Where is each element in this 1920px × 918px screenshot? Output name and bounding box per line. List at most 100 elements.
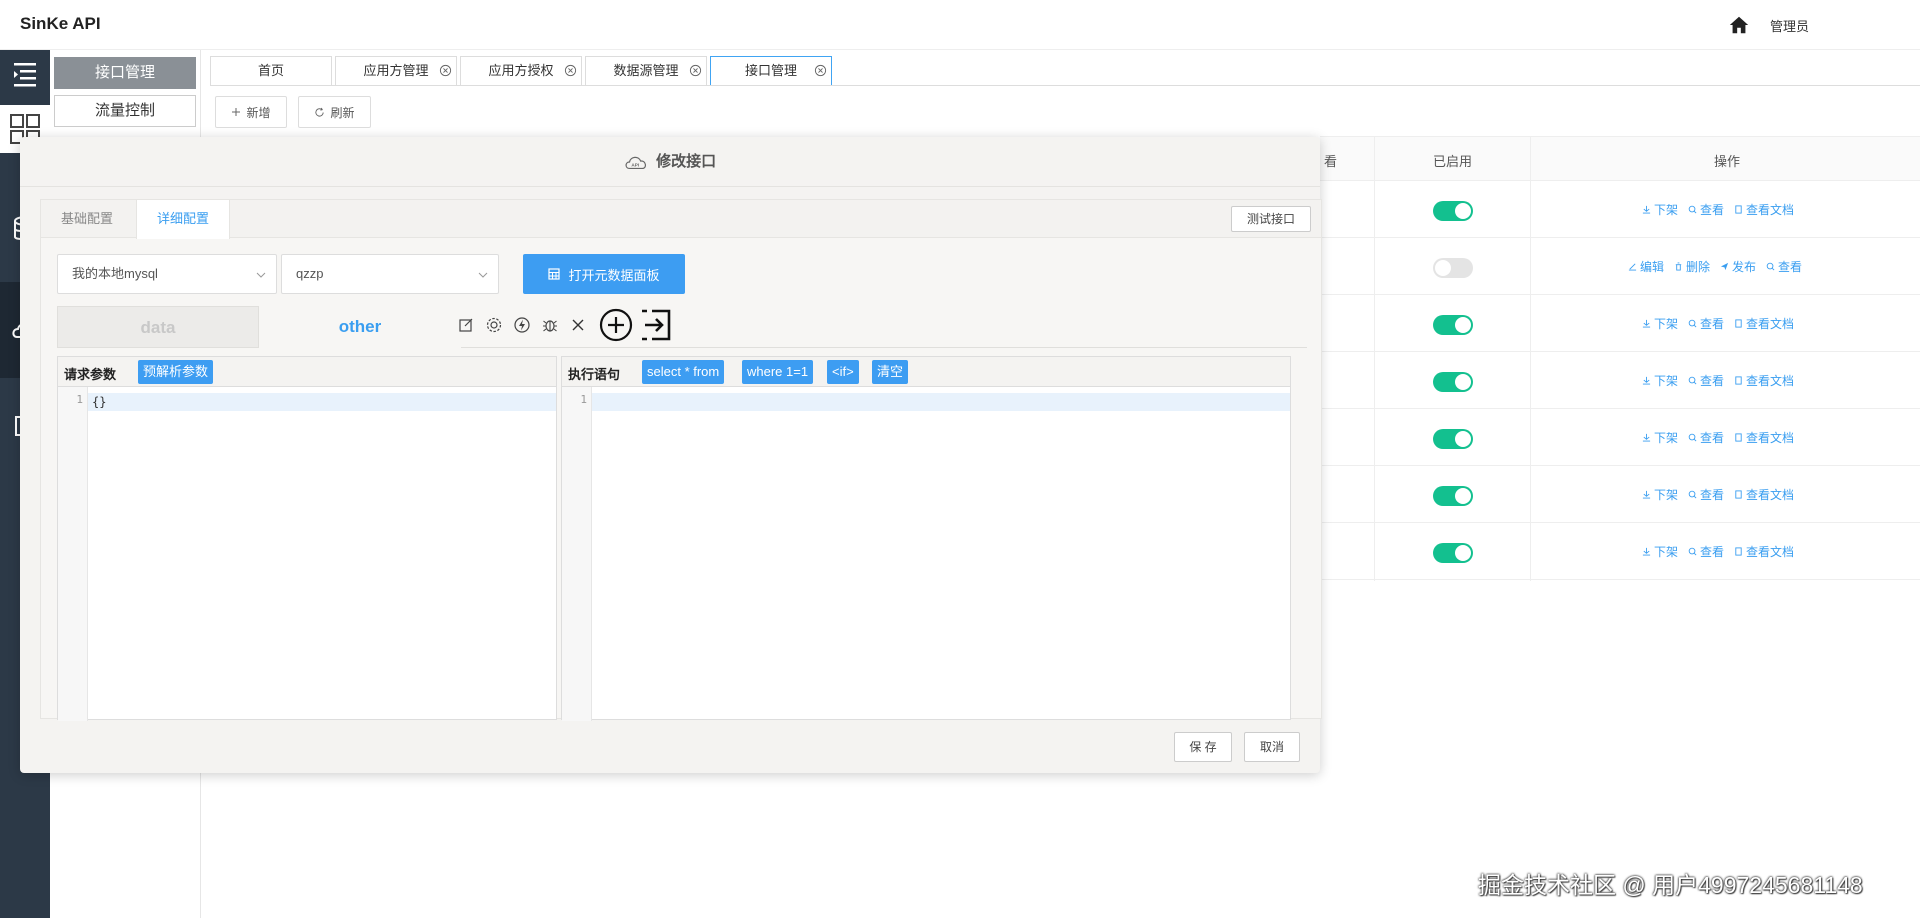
refresh-icon [315,107,325,117]
app-title: SinKe API [20,14,101,33]
action-label: 发布 [1732,260,1757,274]
dialog-title-bar: API 修改接口 [20,137,1320,187]
view-docs-link[interactable]: 查看文档 [1734,429,1794,446]
sql-code-editor[interactable] [592,393,1290,411]
if-snippet-button[interactable]: <if> [827,360,859,384]
select-from-snippet-button[interactable]: select * from [642,360,725,384]
close-icon[interactable] [569,316,587,334]
lightning-icon[interactable] [513,316,531,334]
view-docs-link[interactable]: 查看文档 [1734,315,1794,332]
download-icon [1642,203,1651,217]
params-code-editor[interactable]: {} [88,393,556,411]
tab-home[interactable]: 首页 [210,56,332,86]
test-api-button[interactable]: 测试接口 [1231,206,1311,232]
open-metadata-panel-button[interactable]: 打开元数据面板 [523,254,685,294]
refresh-button[interactable]: 刷新 [298,96,371,128]
unlist-link[interactable]: 下架 [1642,429,1678,446]
menu-icon [14,63,36,87]
preparse-params-button[interactable]: 预解析参数 [138,360,214,384]
tab-data[interactable]: data [57,306,259,348]
action-label: 查看 [1700,203,1725,217]
document-icon [1734,203,1743,217]
view-link[interactable]: 查看 [1766,258,1802,275]
delete-link[interactable]: 删除 [1674,258,1710,275]
view-link[interactable]: 查看 [1688,486,1724,503]
close-circle-icon[interactable] [439,64,452,77]
action-label: 编辑 [1640,260,1665,274]
action-label: 删除 [1686,260,1711,274]
submenu-item-api-management[interactable]: 接口管理 [54,57,196,89]
import-icon[interactable] [639,308,673,342]
request-params-header: 请求参数 预解析参数 [58,357,556,387]
tab-datasource-management[interactable]: 数据源管理 [585,56,707,86]
tab-label: 首页 [257,63,284,78]
unlist-link[interactable]: 下架 [1642,486,1678,503]
gear-icon[interactable] [485,316,503,334]
tab-app-authorization[interactable]: 应用方授权 [460,56,582,86]
enabled-toggle[interactable] [1433,486,1473,506]
datasource-select-value: 我的本地mysql [72,266,158,281]
row-actions: 下架 查看 查看文档 [1642,486,1794,503]
view-link[interactable]: 查看 [1688,372,1724,389]
submenu-item-flow-control[interactable]: 流量控制 [54,95,196,127]
action-label: 查看 [1700,374,1725,388]
tab-basic-config[interactable]: 基础配置 [41,200,133,238]
unlist-link[interactable]: 下架 [1642,315,1678,332]
action-label: 下架 [1654,488,1679,502]
close-circle-icon[interactable] [689,64,702,77]
bug-icon[interactable] [541,316,559,334]
menu-toggle-button[interactable] [0,50,50,98]
schema-select[interactable]: qzzp [281,254,499,294]
unlist-link[interactable]: 下架 [1642,372,1678,389]
view-link[interactable]: 查看 [1688,315,1724,332]
view-docs-link[interactable]: 查看文档 [1734,486,1794,503]
chevron-down-icon [256,272,266,278]
enabled-toggle[interactable] [1433,543,1473,563]
tab-app-management[interactable]: 应用方管理 [335,56,457,86]
view-link[interactable]: 查看 [1688,543,1724,560]
datasource-select[interactable]: 我的本地mysql [57,254,277,294]
toggle-knob [1455,374,1471,390]
add-button[interactable]: 新增 [215,96,287,128]
close-circle-icon[interactable] [564,64,577,77]
enabled-toggle[interactable] [1433,372,1473,392]
document-icon [1734,545,1743,559]
enabled-toggle[interactable] [1433,258,1473,278]
view-link[interactable]: 查看 [1688,201,1724,218]
download-icon [1642,374,1651,388]
action-label: 查看文档 [1746,374,1795,388]
unlist-link[interactable]: 下架 [1642,543,1678,560]
document-icon [1734,374,1743,388]
action-label: 下架 [1654,431,1679,445]
user-name[interactable]: 管理员 [1770,16,1809,35]
action-label: 下架 [1654,545,1679,559]
edit-icon[interactable] [457,316,475,334]
send-icon [1720,260,1729,274]
tab-detail-config[interactable]: 详细配置 [136,200,231,239]
cancel-button[interactable]: 取消 [1244,732,1300,762]
save-button[interactable]: 保 存 [1174,732,1232,762]
search-icon [1766,260,1775,274]
edit-api-dialog: API 修改接口 基础配置 详细配置 测试接口 我的本地mysql qzzp 打… [20,137,1322,773]
view-docs-link[interactable]: 查看文档 [1734,543,1794,560]
view-docs-link[interactable]: 查看文档 [1734,201,1794,218]
view-link[interactable]: 查看 [1688,429,1724,446]
home-icon[interactable] [1728,14,1750,36]
enabled-toggle[interactable] [1433,201,1473,221]
schema-select-value: qzzp [296,266,324,281]
close-circle-icon[interactable] [814,64,827,77]
tab-api-management[interactable]: 接口管理 [710,56,832,86]
add-circle-icon[interactable] [599,308,633,342]
action-label: 查看文档 [1746,203,1795,217]
enabled-toggle[interactable] [1433,429,1473,449]
unlist-link[interactable]: 下架 [1642,201,1678,218]
enabled-toggle[interactable] [1433,315,1473,335]
table-row: 编辑 删除 发布 查看 [1320,238,1920,295]
where-snippet-button[interactable]: where 1=1 [742,360,814,384]
view-docs-link[interactable]: 查看文档 [1734,372,1794,389]
edit-link[interactable]: 编辑 [1628,258,1664,275]
publish-link[interactable]: 发布 [1720,258,1756,275]
clear-button[interactable]: 清空 [872,360,909,384]
tab-other[interactable]: other [259,306,461,348]
row-actions: 下架 查看 查看文档 [1642,543,1794,560]
